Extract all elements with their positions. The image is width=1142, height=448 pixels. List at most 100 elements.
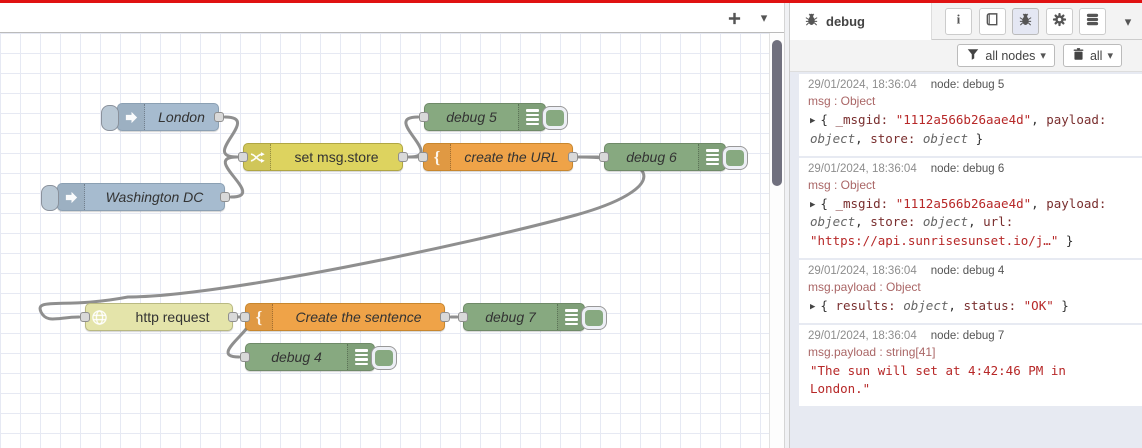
debug-message-source-node: node: debug 5	[930, 79, 1005, 91]
tab-debug[interactable]: debug	[790, 3, 932, 40]
flow-node-debug6[interactable]: debug 6	[599, 143, 748, 171]
filter-nodes-button[interactable]: all nodes ▾	[957, 44, 1055, 67]
canvas-scrollbar-thumb[interactable]	[772, 40, 782, 186]
wire-london-to-set-msg-store[interactable]	[222, 115, 240, 159]
node-label: http request	[135, 309, 210, 325]
output-port[interactable]	[568, 152, 578, 162]
node-label: debug 6	[626, 149, 677, 165]
bug-icon	[1018, 12, 1033, 32]
input-port[interactable]	[240, 352, 250, 362]
sidebar-button-gear[interactable]	[1045, 8, 1073, 35]
funnel-icon	[966, 47, 980, 64]
svg-text:i: i	[957, 12, 961, 27]
debug-message-list[interactable]: 29/01/2024, 18:36:04 node: debug 5 msg : O…	[790, 72, 1142, 448]
debug-toolbar: all nodes ▾ all ▾	[790, 40, 1142, 72]
sidebar-button-book[interactable]	[978, 8, 1006, 35]
output-port[interactable]	[220, 192, 230, 202]
input-port[interactable]	[240, 312, 250, 322]
input-port[interactable]	[419, 112, 429, 122]
node-label: debug 4	[271, 349, 322, 365]
node-label: set msg.store	[294, 149, 379, 165]
debug-message-content: ▶{ results: object, status: "OK" }	[810, 297, 1069, 315]
template-icon: {	[424, 144, 451, 170]
canvas-scrollbar-track[interactable]	[769, 33, 784, 448]
chevron-down-icon: ▾	[760, 10, 768, 25]
globe-icon	[86, 304, 113, 330]
chevron-down-icon: ▾	[1124, 13, 1132, 29]
filter-nodes-label: all nodes	[985, 48, 1036, 63]
debug-message-content: ▶{ _msgid: "1112a566b26aae4d", payload: …	[810, 195, 1107, 249]
wire-set-msg-store-to-debug5[interactable]	[404, 115, 423, 159]
inject-arrow-icon	[58, 184, 85, 210]
clear-messages-label: all	[1089, 48, 1103, 63]
inject-button[interactable]	[41, 185, 59, 211]
flow-node-debug5[interactable]: debug 5	[419, 103, 568, 131]
flow-node-create-sentence[interactable]: { Create the sentence	[240, 303, 450, 331]
debug-message: 29/01/2024, 18:36:04 node: debug 5 msg : O…	[799, 74, 1142, 156]
node-label: Washington DC	[105, 189, 204, 205]
debug-message-timestamp: 29/01/2024, 18:36:04	[808, 162, 917, 175]
clear-messages-button[interactable]: all ▾	[1062, 44, 1122, 67]
add-flow-button[interactable]	[722, 7, 746, 29]
wire-layer	[38, 115, 646, 359]
input-port[interactable]	[418, 152, 428, 162]
debug-toggle-button[interactable]	[581, 306, 607, 330]
debug-message-timestamp: 29/01/2024, 18:36:04	[808, 264, 917, 277]
debug-toggle-button[interactable]	[722, 146, 748, 170]
expand-triangle-icon[interactable]: ▶	[810, 199, 815, 213]
sidebar-button-info[interactable]: i	[945, 8, 972, 35]
template-icon: {	[246, 304, 273, 330]
node-label: debug 5	[446, 109, 497, 125]
input-port[interactable]	[80, 312, 90, 322]
bug-icon	[804, 12, 819, 32]
output-port[interactable]	[440, 312, 450, 322]
output-port[interactable]	[398, 152, 408, 162]
debug-list-icon	[698, 144, 725, 170]
node-label: debug 7	[485, 309, 536, 325]
book-icon	[985, 12, 1000, 32]
input-port[interactable]	[238, 152, 248, 162]
expand-triangle-icon[interactable]: ▶	[810, 301, 815, 315]
flow-tab-bar: ▾	[0, 3, 784, 33]
flow-node-debug4[interactable]: debug 4	[240, 343, 397, 371]
output-port[interactable]	[228, 312, 238, 322]
input-port[interactable]	[458, 312, 468, 322]
sidebar-button-bug[interactable]	[1012, 8, 1039, 35]
debug-message: 29/01/2024, 18:36:04 node: debug 7 msg.pay…	[799, 324, 1142, 406]
flow-node-set-msg-store[interactable]: set msg.store	[238, 143, 408, 171]
flow-list-menu-button[interactable]: ▾	[752, 7, 776, 29]
sidebar-tab-bar: debug i ▾	[790, 3, 1142, 40]
debug-list-icon	[347, 344, 374, 370]
output-port[interactable]	[214, 112, 224, 122]
debug-message-meta: 29/01/2024, 18:36:04 node: debug 5	[808, 79, 1133, 91]
debug-toggle-button[interactable]	[371, 346, 397, 370]
debug-message-timestamp: 29/01/2024, 18:36:04	[808, 79, 917, 91]
debug-message-property: msg : Object	[808, 177, 876, 192]
debug-message-source-node: node: debug 6	[930, 162, 1005, 175]
input-port[interactable]	[599, 152, 609, 162]
flow-node-create-url[interactable]: { create the URL	[418, 143, 578, 171]
debug-message-meta: 29/01/2024, 18:36:04 node: debug 7	[808, 330, 1133, 342]
info-icon: i	[951, 11, 966, 32]
debug-toggle-button[interactable]	[542, 106, 568, 130]
flow-canvas[interactable]: London Washington DC set msg.store { create …	[0, 33, 784, 448]
debug-message-content: ▶{ _msgid: "1112a566b26aae4d", payload: …	[810, 112, 1107, 146]
debug-list-icon	[518, 104, 545, 130]
debug-message-meta: 29/01/2024, 18:36:04 node: debug 6	[808, 163, 1133, 175]
node-label: London	[158, 109, 205, 125]
flow-node-debug7[interactable]: debug 7	[458, 303, 607, 331]
wire-create-url-to-http-request[interactable]	[38, 155, 646, 321]
sidebar-button-db[interactable]	[1079, 8, 1106, 35]
top-red-bar	[0, 0, 1142, 3]
node-label: create the URL	[464, 149, 559, 165]
debug-message-source-node: node: debug 7	[930, 329, 1005, 342]
sidebar-menu-button[interactable]: ▾	[1118, 8, 1138, 35]
flow-node-http-request[interactable]: http request	[80, 303, 238, 331]
flow-node-washington[interactable]: Washington DC	[41, 183, 230, 211]
expand-triangle-icon[interactable]: ▶	[810, 115, 815, 129]
flow-node-london[interactable]: London	[101, 103, 224, 131]
wire-washington-to-set-msg-store[interactable]	[223, 155, 245, 199]
inject-button[interactable]	[101, 105, 119, 131]
inject-arrow-icon	[118, 104, 145, 130]
node-label: Create the sentence	[295, 309, 422, 325]
